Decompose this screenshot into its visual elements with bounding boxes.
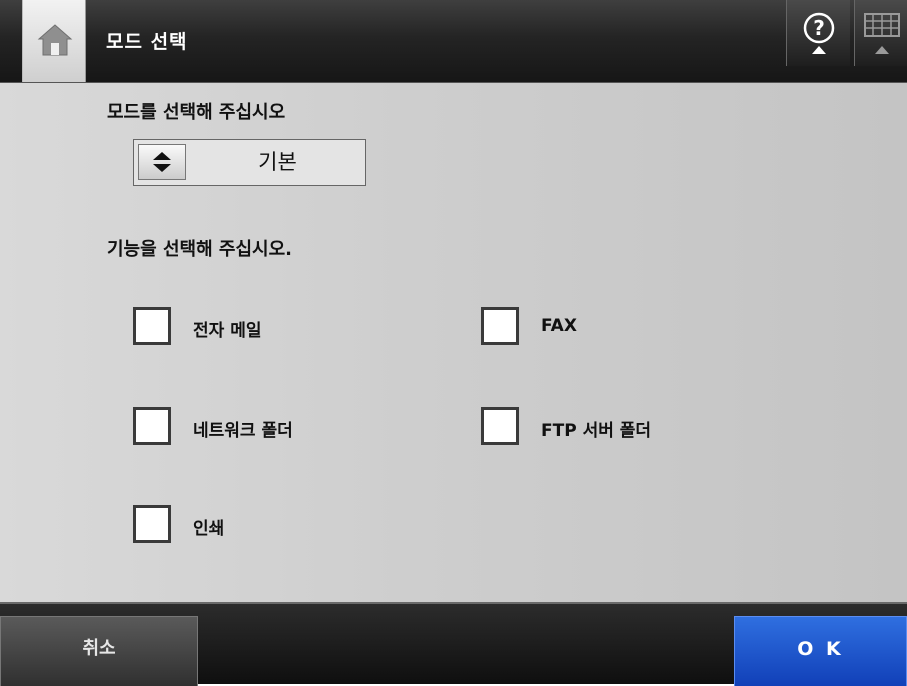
page-title: 모드 선택	[106, 31, 188, 53]
mode-select-arrow[interactable]	[138, 144, 186, 180]
function-prompt-label: 기능을 선택해 주십시오.	[107, 239, 292, 260]
help-icon: ?	[803, 12, 835, 54]
mode-select-value: 기본	[258, 150, 297, 174]
home-icon	[37, 24, 73, 56]
svg-text:?: ?	[813, 16, 825, 40]
ok-button[interactable]: O K	[734, 616, 907, 686]
option-print-label: 인쇄	[193, 519, 225, 539]
option-network-folder-label: 네트워크 폴더	[193, 421, 293, 441]
checkbox-email[interactable]	[133, 307, 171, 345]
option-email-label: 전자 메일	[193, 321, 262, 341]
up-down-arrow-icon	[153, 152, 171, 172]
keyboard-icon	[864, 13, 900, 54]
checkbox-ftp-server-folder[interactable]	[481, 407, 519, 445]
app-frame: 모드 선택 ? 모드를 선택해 주십시오 기본 기능을 선택해 주십시오. 전자…	[0, 0, 907, 686]
footer-bar: 취소 O K	[0, 602, 907, 686]
home-button[interactable]	[22, 0, 86, 82]
header-bar: 모드 선택 ?	[0, 0, 907, 83]
keyboard-button[interactable]	[854, 0, 907, 66]
checkbox-print[interactable]	[133, 505, 171, 543]
checkbox-network-folder[interactable]	[133, 407, 171, 445]
mode-select[interactable]: 기본	[133, 139, 366, 186]
main-content: 모드를 선택해 주십시오 기본 기능을 선택해 주십시오. 전자 메일 FAX …	[0, 83, 907, 602]
option-fax-label: FAX	[541, 316, 577, 336]
checkbox-fax[interactable]	[481, 307, 519, 345]
cancel-button[interactable]: 취소	[0, 616, 198, 686]
help-button[interactable]: ?	[786, 0, 850, 66]
option-ftp-server-folder-label: FTP 서버 폴더	[541, 421, 652, 441]
mode-prompt-label: 모드를 선택해 주십시오	[107, 102, 286, 123]
